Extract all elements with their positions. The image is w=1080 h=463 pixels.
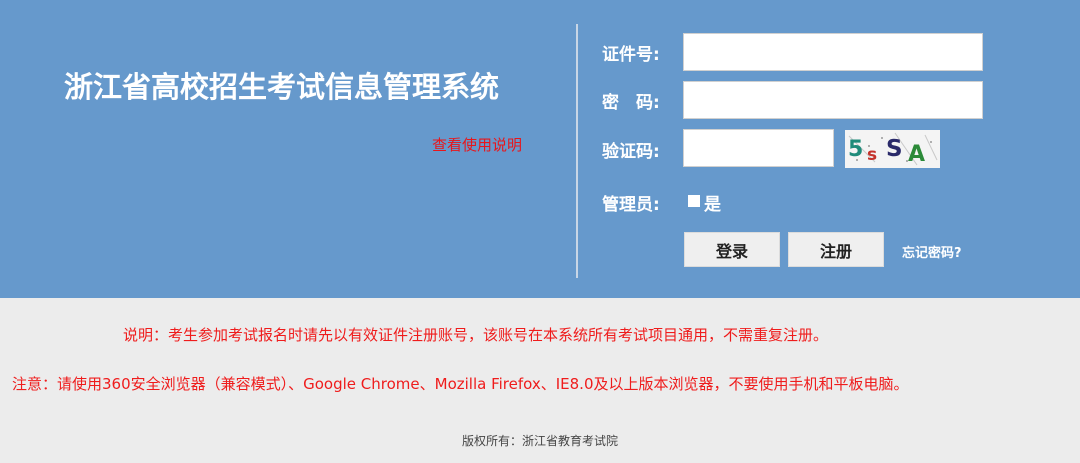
vertical-divider — [576, 24, 578, 278]
description-note: 说明：考生参加考试报名时请先以有效证件注册账号，该账号在本系统所有考试项目通用，… — [123, 326, 829, 344]
login-banner: 浙江省高校招生考试信息管理系统 查看使用说明 证件号: 密 码: 验证码: 5 … — [0, 0, 1080, 298]
id-label: 证件号: — [602, 45, 660, 65]
captcha-image[interactable]: 5 s S A — [845, 130, 940, 168]
app-title: 浙江省高校招生考试信息管理系统 — [64, 70, 500, 104]
captcha-label: 验证码: — [602, 142, 660, 162]
admin-checkbox[interactable] — [688, 195, 700, 207]
login-button[interactable]: 登录 — [684, 232, 780, 267]
password-label: 密 码: — [602, 93, 660, 113]
captcha-char-4: A — [908, 142, 925, 167]
admin-option-label: 是 — [704, 195, 721, 215]
captcha-char-3: S — [886, 136, 903, 162]
password-input[interactable] — [683, 81, 983, 119]
copyright: 版权所有：浙江省教育考试院 — [461, 434, 618, 448]
id-input[interactable] — [683, 33, 983, 71]
forgot-password-link[interactable]: 忘记密码? — [902, 242, 962, 261]
help-link[interactable]: 查看使用说明 — [432, 134, 522, 155]
register-button[interactable]: 注册 — [788, 232, 884, 267]
captcha-char-2: s — [867, 145, 877, 165]
captcha-char-1: 5 — [848, 137, 863, 162]
captcha-input[interactable] — [683, 129, 834, 167]
browser-notice: 注意：请使用360安全浏览器（兼容模式）、Google Chrome、Mozil… — [12, 375, 909, 393]
admin-label: 管理员: — [602, 195, 660, 215]
